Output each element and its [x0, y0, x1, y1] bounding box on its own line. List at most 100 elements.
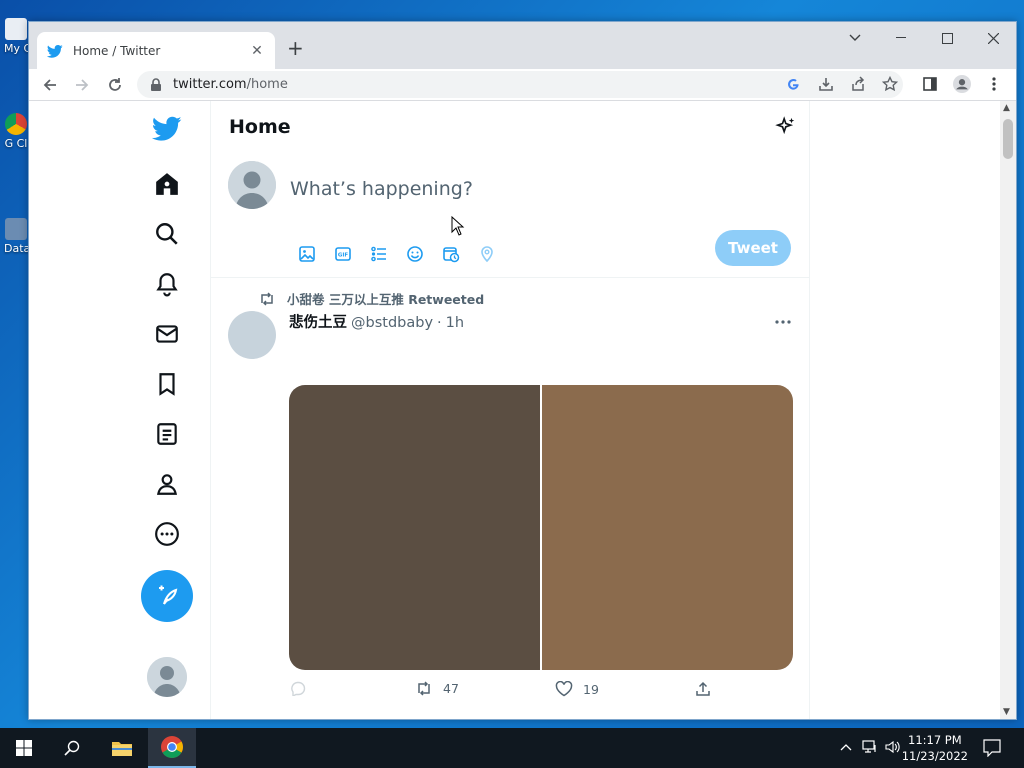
twitter-page: Home What’s happening? GIF Tweet 小甜卷 三万以… — [29, 101, 1001, 719]
desktop-icon-google-chrome[interactable]: G Cl — [4, 113, 28, 150]
svg-text:GIF: GIF — [338, 253, 349, 259]
lock-icon[interactable] — [149, 77, 163, 92]
tab-strip: Home / Twitter ✕ + — [29, 22, 1016, 69]
poll-icon — [371, 246, 386, 262]
location-pin-icon — [481, 246, 493, 263]
taskbar-search-button[interactable] — [50, 728, 94, 768]
share-button[interactable] — [695, 681, 721, 697]
author-handle[interactable]: @bstdbaby — [351, 315, 433, 331]
tab-home-twitter[interactable]: Home / Twitter ✕ — [37, 32, 275, 69]
notification-center-icon — [983, 739, 1001, 758]
search-icon — [156, 223, 178, 245]
side-panel-icon[interactable] — [921, 75, 939, 93]
nav-profile[interactable] — [141, 462, 193, 506]
mail-icon — [156, 325, 178, 343]
network-icon[interactable] — [862, 740, 878, 757]
tweet-card[interactable]: 小甜卷 三万以上互推 Retweeted 悲伤土豆 @bstdbaby · 1h — [211, 278, 809, 719]
timeline-header: Home — [211, 101, 809, 153]
retweet-count: 47 — [443, 681, 459, 696]
desktop-icon-data[interactable]: Data — [4, 218, 30, 255]
new-tab-button[interactable]: + — [287, 36, 304, 60]
tab-close-icon[interactable]: ✕ — [249, 43, 265, 59]
author-display-name[interactable]: 悲伤土豆 — [289, 311, 347, 332]
nav-home[interactable] — [141, 162, 193, 206]
tweet-media[interactable] — [289, 385, 793, 670]
profile-avatar-icon[interactable] — [953, 75, 971, 93]
like-count: 19 — [583, 681, 599, 697]
maximize-button[interactable] — [932, 26, 962, 50]
scroll-up-arrow-icon[interactable]: ▲ — [1003, 103, 1010, 113]
page-scrollbar[interactable]: ▲ ▼ — [1000, 101, 1016, 719]
google-translate-icon[interactable] — [784, 75, 802, 93]
file-explorer-button[interactable] — [100, 728, 144, 768]
share-icon[interactable] — [849, 75, 867, 93]
browser-window: Home / Twitter ✕ + twitter.com/home Home… — [28, 21, 1017, 720]
compose-tweet-button[interactable] — [141, 570, 193, 622]
nav-bookmarks[interactable] — [141, 362, 193, 406]
location-button[interactable] — [469, 236, 505, 272]
compose-toolbar: GIF — [289, 236, 505, 272]
volume-icon[interactable] — [885, 740, 901, 757]
desktop-icon-my-computer[interactable]: My C — [4, 18, 31, 55]
tweet-image-1[interactable] — [289, 385, 540, 670]
twitter-logo-icon[interactable] — [141, 106, 193, 150]
close-window-button[interactable] — [978, 26, 1008, 50]
sparkle-icon[interactable] — [775, 116, 797, 138]
reload-button[interactable] — [103, 73, 127, 97]
system-clock[interactable]: 11:17 PM 11/23/2022 — [902, 732, 968, 764]
scroll-down-arrow-icon[interactable]: ▼ — [1003, 707, 1010, 717]
tweet-more-button[interactable] — [771, 312, 795, 332]
back-button[interactable] — [38, 73, 62, 97]
account-avatar[interactable] — [147, 657, 187, 697]
nav-messages[interactable] — [141, 312, 193, 356]
heart-icon — [555, 681, 573, 697]
poll-button[interactable] — [361, 236, 397, 272]
install-app-icon[interactable] — [817, 75, 835, 93]
nav-explore[interactable] — [141, 212, 193, 256]
notifications-button[interactable] — [983, 739, 1001, 760]
image-icon — [299, 246, 315, 262]
compose-input[interactable]: What’s happening? — [290, 178, 473, 200]
clock-date: 11/23/2022 — [901, 749, 968, 763]
bookmark-icon — [159, 373, 175, 396]
browser-toolbar: twitter.com/home — [29, 69, 1016, 101]
author-avatar[interactable] — [228, 311, 276, 359]
emoji-button[interactable] — [397, 236, 433, 272]
retweet-icon — [418, 681, 430, 696]
tweet-submit-button[interactable]: Tweet — [715, 230, 791, 266]
scrollbar-thumb[interactable] — [1003, 119, 1013, 159]
nav-lists[interactable] — [141, 412, 193, 456]
retweeted-by-text[interactable]: 小甜卷 三万以上互推 Retweeted — [287, 289, 484, 308]
bell-icon — [156, 273, 178, 297]
tweet-image-2[interactable] — [542, 385, 793, 670]
meta-separator: · — [437, 315, 442, 331]
reply-button[interactable] — [289, 681, 316, 696]
tweet-timestamp[interactable]: 1h — [446, 315, 464, 331]
media-button[interactable] — [289, 236, 325, 272]
like-button[interactable]: 19 — [555, 681, 599, 697]
retweet-button[interactable]: 47 — [415, 681, 459, 696]
start-button[interactable] — [0, 728, 48, 768]
retweet-icon — [261, 291, 273, 306]
left-navigation — [129, 101, 209, 719]
gif-button[interactable]: GIF — [325, 236, 361, 272]
clock-time: 11:17 PM — [908, 733, 962, 747]
minimize-button[interactable] — [886, 26, 916, 50]
tray-chevron-up-icon[interactable] — [840, 740, 852, 754]
chrome-taskbar-button[interactable] — [148, 728, 196, 768]
tweet-composer: What’s happening? GIF Tweet — [211, 153, 809, 278]
schedule-button[interactable] — [433, 236, 469, 272]
home-timeline: Home What’s happening? GIF Tweet 小甜卷 三万以… — [210, 101, 810, 719]
chrome-menu-icon[interactable] — [985, 75, 1003, 93]
nav-notifications[interactable] — [141, 262, 193, 306]
bookmark-star-icon[interactable] — [881, 75, 899, 93]
page-title: Home — [229, 116, 291, 138]
tweet-actions: 47 19 — [289, 681, 793, 703]
folder-icon — [112, 742, 132, 756]
tab-search-chevron-icon[interactable] — [840, 26, 870, 50]
home-icon — [156, 173, 178, 195]
forward-button[interactable] — [70, 73, 94, 97]
nav-more[interactable] — [141, 512, 193, 556]
tab-title: Home / Twitter — [73, 43, 161, 58]
feather-plus-icon — [159, 585, 178, 605]
